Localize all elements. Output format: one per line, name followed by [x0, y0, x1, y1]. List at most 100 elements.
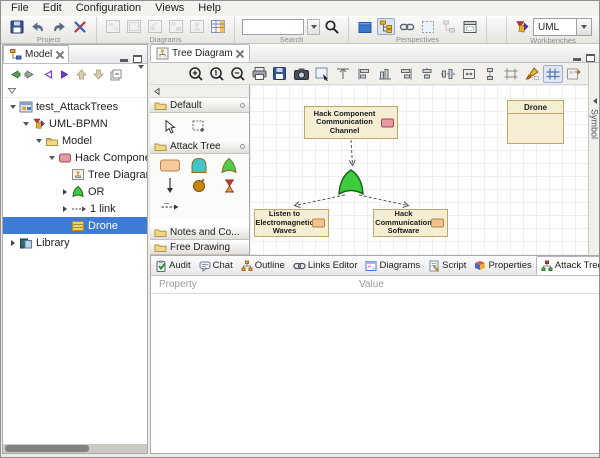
- diagram-type-2-icon[interactable]: [125, 18, 143, 35]
- property-column-header[interactable]: Property: [151, 279, 359, 290]
- menu-configuration[interactable]: Configuration: [69, 1, 148, 16]
- tree-row-hack-component[interactable]: Hack Component Cor: [3, 149, 147, 166]
- move-up-icon[interactable]: [74, 67, 89, 82]
- center-vertical-icon[interactable]: [417, 65, 437, 83]
- minimize-icon[interactable]: [120, 57, 128, 62]
- symbol-sidebar-label[interactable]: Symbol: [590, 109, 600, 139]
- drone-block-node[interactable]: Drone: [507, 100, 564, 144]
- tree-row-links[interactable]: 1 link: [3, 200, 147, 217]
- horizontal-scrollbar[interactable]: [3, 444, 147, 453]
- diagram-type-4-icon[interactable]: [167, 18, 185, 35]
- perspective-links-icon[interactable]: [398, 18, 416, 35]
- settings-wrench-icon[interactable]: [71, 18, 89, 35]
- tab-attack-tree[interactable]: Attack Tree: [536, 256, 600, 275]
- palette-section-notes[interactable]: Notes and Co...: [150, 225, 249, 240]
- distribute-icon[interactable]: [480, 65, 500, 83]
- tree-row-library[interactable]: Library: [3, 234, 147, 251]
- center-horizontal-icon[interactable]: [438, 65, 458, 83]
- capture-camera-icon[interactable]: [291, 65, 311, 83]
- attack-root-node[interactable]: Hack Component Communication Channel: [304, 106, 398, 139]
- expander-closed-icon[interactable]: [7, 240, 19, 246]
- search-input[interactable]: [242, 19, 304, 35]
- attack-node-tool[interactable]: [158, 156, 182, 175]
- new-diagram-icon[interactable]: [104, 18, 122, 35]
- search-icon[interactable]: [323, 18, 341, 35]
- nav-forward-icon[interactable]: [23, 67, 38, 82]
- workbench-select[interactable]: UML: [533, 18, 592, 36]
- menu-edit[interactable]: Edit: [36, 1, 69, 16]
- grid-toggle-icon[interactable]: [543, 65, 563, 83]
- tab-properties[interactable]: Properties: [470, 256, 535, 275]
- pin-icon[interactable]: [240, 144, 245, 149]
- diagram-canvas[interactable]: Hack Component Communication Channel Dro…: [250, 85, 588, 255]
- collapse-left-icon[interactable]: [153, 87, 161, 96]
- tree-row-model[interactable]: Model: [3, 132, 147, 149]
- property-table-body[interactable]: [151, 294, 599, 453]
- align-left-icon[interactable]: [354, 65, 374, 83]
- palette-section-default[interactable]: Default: [150, 98, 249, 113]
- link-tool[interactable]: [158, 197, 182, 216]
- history-forward-icon[interactable]: [57, 67, 72, 82]
- perspective-box-icon[interactable]: [356, 18, 374, 35]
- workbench-dropdown-button[interactable]: [577, 18, 592, 36]
- attack-leaf-node-1[interactable]: Listen to Electromagnetic Waves: [254, 209, 329, 237]
- view-menu-icon[interactable]: [138, 69, 144, 81]
- undo-button[interactable]: [29, 18, 47, 35]
- chevron-down-icon[interactable]: [7, 87, 17, 95]
- minimize-icon[interactable]: [573, 56, 581, 61]
- perspective-window-icon[interactable]: [461, 18, 479, 35]
- redo-button[interactable]: [50, 18, 68, 35]
- diagram-type-5-icon[interactable]: [188, 18, 206, 35]
- search-dropdown-button[interactable]: [307, 19, 320, 35]
- menu-help[interactable]: Help: [191, 1, 228, 16]
- maximize-icon[interactable]: [133, 55, 142, 63]
- palette-section-attack-tree[interactable]: Attack Tree: [150, 139, 249, 154]
- zoom-reset-icon[interactable]: [207, 65, 227, 83]
- tab-model[interactable]: Model: [3, 45, 69, 63]
- move-down-icon[interactable]: [91, 67, 106, 82]
- marquee-select-tool[interactable]: [187, 117, 211, 136]
- palette-section-free-drawing[interactable]: Free Drawing: [150, 240, 249, 255]
- attack-leaf-node-2[interactable]: Hack Communication Software: [373, 209, 448, 237]
- capture-selection-icon[interactable]: [312, 65, 332, 83]
- tab-audit[interactable]: Audit: [151, 256, 195, 275]
- close-icon[interactable]: [236, 49, 244, 57]
- save-diagram-icon[interactable]: [270, 65, 290, 83]
- expander-open-icon[interactable]: [7, 105, 19, 109]
- save-button[interactable]: [8, 18, 26, 35]
- expander-open-icon[interactable]: [33, 139, 45, 143]
- or-gate-tool[interactable]: [217, 156, 241, 175]
- tab-script[interactable]: Script: [424, 256, 470, 275]
- enhance-brush-icon[interactable]: [522, 65, 542, 83]
- and-gate-tool[interactable]: [187, 156, 211, 175]
- history-back-icon[interactable]: [40, 67, 55, 82]
- expander-closed-icon[interactable]: [59, 206, 71, 212]
- perspective-model-tree-icon[interactable]: [377, 18, 395, 35]
- value-column-header[interactable]: Value: [359, 279, 384, 290]
- expander-open-icon[interactable]: [20, 122, 32, 126]
- align-right-icon[interactable]: [396, 65, 416, 83]
- zoom-in-icon[interactable]: [186, 65, 206, 83]
- tree-row-tree-diagram[interactable]: Tree Diagram: [3, 166, 147, 183]
- scrollbar-thumb[interactable]: [5, 445, 89, 452]
- align-text-top-icon[interactable]: [333, 65, 353, 83]
- tab-chat[interactable]: Chat: [195, 256, 237, 275]
- tab-diagrams[interactable]: Diagrams: [361, 256, 424, 275]
- tree-row-or[interactable]: OR: [3, 183, 147, 200]
- perspective-canvas-icon[interactable]: [419, 18, 437, 35]
- export-diagram-icon[interactable]: [564, 65, 584, 83]
- fit-grid-icon[interactable]: [501, 65, 521, 83]
- collapse-all-icon[interactable]: [108, 67, 123, 82]
- same-size-icon[interactable]: [459, 65, 479, 83]
- close-icon[interactable]: [55, 50, 63, 58]
- align-bottom-chart-icon[interactable]: [375, 65, 395, 83]
- expander-closed-icon[interactable]: [59, 189, 71, 195]
- maximize-icon[interactable]: [586, 54, 595, 62]
- or-gate-node[interactable]: [336, 168, 366, 198]
- tree-row-drone[interactable]: Drone: [3, 217, 147, 234]
- pin-icon[interactable]: [240, 103, 245, 108]
- tab-outline[interactable]: Outline: [237, 256, 289, 275]
- zoom-out-icon[interactable]: [228, 65, 248, 83]
- tab-links-editor[interactable]: Links Editor: [289, 256, 362, 275]
- select-cursor-tool[interactable]: [158, 117, 182, 136]
